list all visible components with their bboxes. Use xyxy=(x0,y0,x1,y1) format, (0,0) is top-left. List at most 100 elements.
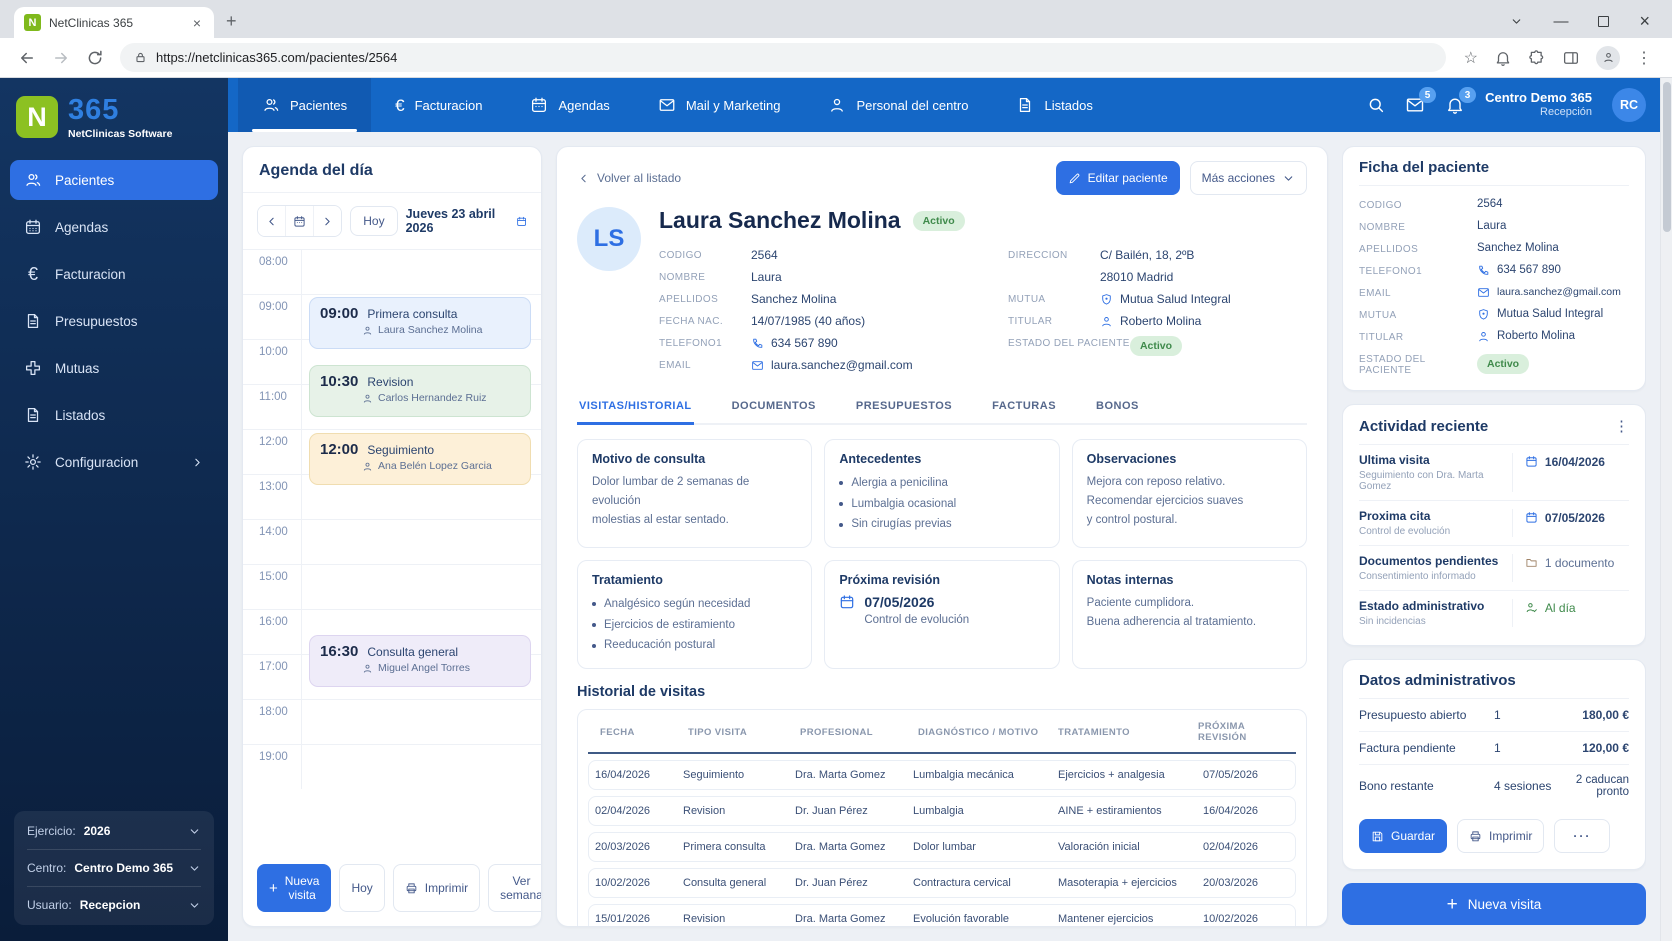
window-minimize-button[interactable]: — xyxy=(1553,14,1568,29)
tab-documentos[interactable]: DOCUMENTOS xyxy=(730,390,818,423)
topnav-pacientes[interactable]: Pacientes xyxy=(238,78,372,132)
page-scrollbar[interactable] xyxy=(1660,78,1672,941)
window-maximize-button[interactable] xyxy=(1598,15,1610,27)
appointment-card[interactable]: 10:30 Revision Carlos Hernandez Ruiz xyxy=(309,365,531,417)
agenda-print-button[interactable]: Imprimir xyxy=(392,864,481,912)
table-row[interactable]: 15/01/2026 Revision Dra. Marta Gomez Evoluc… xyxy=(588,904,1296,926)
patient-nombre: Laura xyxy=(751,270,782,284)
agenda-new-visit-button[interactable]: + Nueva visita xyxy=(257,864,332,912)
sidebar-item-presupuestos[interactable]: Presupuestos xyxy=(10,301,218,341)
activity-row: Ultima visita Seguimiento con Dra. Marta … xyxy=(1359,445,1629,501)
address-bar[interactable]: https://netclinicas365.com/pacientes/256… xyxy=(120,43,1446,72)
table-row[interactable]: 20/03/2026 Primera consulta Dra. Marta Gom… xyxy=(588,832,1296,863)
topnav-facturacion[interactable]: € Facturacion xyxy=(371,78,506,132)
browser-menu-icon[interactable]: ⋮ xyxy=(1636,48,1652,68)
table-row[interactable]: 10/02/2026 Consulta general Dr. Juan Pérez… xyxy=(588,868,1296,899)
browser-tab[interactable]: N NetClinicas 365 × xyxy=(14,7,214,38)
sidebar-item-configuracion[interactable]: Configuracion xyxy=(10,442,218,482)
tab-visitas-historial[interactable]: VISITAS/HISTORIAL xyxy=(577,390,694,425)
tab-presupuestos[interactable]: PRESUPUESTOS xyxy=(854,390,954,423)
centro-select[interactable]: Centro: Centro Demo 365 xyxy=(27,850,201,887)
sidebar-item-facturacion[interactable]: € Facturacion xyxy=(10,254,218,294)
new-tab-button[interactable]: + xyxy=(226,11,237,32)
history-table: FECHA TIPO VISITA PROFESIONAL DIAGNÓSTIC… xyxy=(577,709,1307,926)
agenda-today-button[interactable]: Hoy xyxy=(350,206,398,236)
topnav-personal[interactable]: Personal del centro xyxy=(804,78,992,132)
kebab-menu-icon[interactable]: ⋮ xyxy=(1614,417,1629,435)
notifications-icon[interactable] xyxy=(1494,49,1512,67)
ficha-title: Ficha del paciente xyxy=(1359,159,1629,186)
sidebar-item-agendas[interactable]: Agendas xyxy=(10,207,218,247)
sidebar-context-switcher: Ejercicio: 2026 Centro: Centro Demo 365 … xyxy=(14,811,214,925)
browser-profile-icon[interactable] xyxy=(1596,45,1620,70)
list-item: Lumbalgia ocasional xyxy=(839,494,1044,515)
scrollbar-thumb[interactable] xyxy=(1662,82,1671,232)
window-menu-chevron-icon[interactable] xyxy=(1510,15,1523,28)
patient-direccion-2: 28010 Madrid xyxy=(1099,270,1174,284)
ficha-telefono: 634 567 890 xyxy=(1477,264,1561,277)
person-icon xyxy=(1479,331,1488,341)
back-to-list-link[interactable]: Volver al listado xyxy=(577,171,681,185)
agenda-calendar-picker-button[interactable] xyxy=(285,206,314,236)
patient-telefono: 634 567 890 xyxy=(751,336,838,350)
appointment-card[interactable]: 12:00 Seguimiento Ana Belén Lopez Garcia xyxy=(309,433,531,485)
usuario-select[interactable]: Usuario: Recepcion xyxy=(27,887,201,923)
mail-icon[interactable]: 5 xyxy=(1405,87,1437,115)
logo-365: 365 xyxy=(68,94,120,126)
side-panel-icon[interactable] xyxy=(1562,49,1580,67)
ejercicio-select[interactable]: Ejercicio: 2026 xyxy=(27,813,201,850)
patient-detail-panel: Volver al listado Editar paciente Más ac… xyxy=(556,146,1328,927)
agenda-panel: Agenda del día Hoy Jueves 23 abril 2026 … xyxy=(242,146,542,927)
patient-direccion: C/ Bailén, 18, 2ºB xyxy=(1099,248,1195,262)
search-icon[interactable] xyxy=(1367,96,1385,114)
appointment-card[interactable]: 09:00 Primera consulta Laura Sanchez Moli… xyxy=(309,297,531,349)
window-close-button[interactable]: × xyxy=(1639,12,1650,30)
reload-button[interactable] xyxy=(80,43,110,73)
tab-bonos[interactable]: BONOS xyxy=(1094,390,1141,423)
agenda-next-day-button[interactable] xyxy=(313,206,342,236)
extensions-icon[interactable] xyxy=(1528,49,1546,67)
agenda-week-button[interactable]: Ver semana xyxy=(488,864,541,912)
back-button[interactable] xyxy=(12,43,42,73)
app-logo: N 365 NetClinicas Software xyxy=(0,78,228,160)
topnav-agendas[interactable]: Agendas xyxy=(506,78,633,132)
ficha-paciente-card: Ficha del paciente CODIGO 2564 NOMBRE Laur… xyxy=(1342,146,1646,391)
tab-facturas[interactable]: FACTURAS xyxy=(990,390,1058,423)
sidebar-item-listados[interactable]: Listados xyxy=(10,395,218,435)
sidebar-item-label: Pacientes xyxy=(55,172,115,188)
time-slot: 17:00 xyxy=(259,661,288,673)
edit-patient-button[interactable]: Editar paciente xyxy=(1055,161,1180,195)
forward-button[interactable] xyxy=(46,43,76,73)
topnav-mail-marketing[interactable]: Mail y Marketing xyxy=(634,78,805,132)
appointment-card[interactable]: 16:30 Consulta general Miguel Angel Torre… xyxy=(309,635,531,687)
bookmark-star-icon[interactable]: ☆ xyxy=(1464,48,1478,68)
save-button[interactable]: Guardar xyxy=(1359,819,1448,853)
pencil-icon xyxy=(1069,173,1079,183)
topnav-listados[interactable]: Listados xyxy=(992,78,1116,132)
patient-titular: Roberto Molina xyxy=(1100,314,1201,328)
sidebar-item-label: Presupuestos xyxy=(55,313,138,329)
agenda-hoy-button[interactable]: Hoy xyxy=(339,864,385,912)
tab-close-icon[interactable]: × xyxy=(190,15,204,31)
patient-codigo: 2564 xyxy=(751,248,778,262)
mail-badge: 5 xyxy=(1419,87,1437,103)
person-icon xyxy=(363,326,372,335)
patient-fecha-nac: 14/07/1985 (40 años) xyxy=(751,314,866,328)
history-title: Historial de visitas xyxy=(577,684,706,701)
card-motivo-consulta: Motivo de consulta Dolor lumbar de 2 sem… xyxy=(577,439,813,549)
agenda-prev-day-button[interactable] xyxy=(258,206,286,236)
calendar-icon xyxy=(1526,512,1537,523)
agenda-title: Agenda del día xyxy=(243,147,541,193)
print-button[interactable]: Imprimir xyxy=(1457,819,1545,853)
new-visit-button[interactable]: + Nueva visita xyxy=(1342,883,1646,925)
sidebar-item-label: Mutuas xyxy=(55,360,100,376)
more-options-button[interactable]: ··· xyxy=(1554,819,1611,853)
sidebar-item-mutuas[interactable]: Mutuas xyxy=(10,348,218,388)
sidebar-item-pacientes[interactable]: Pacientes xyxy=(10,160,218,200)
bell-icon[interactable]: 3 xyxy=(1445,87,1477,115)
table-row[interactable]: 16/04/2026 Seguimiento Dra. Marta Gomez Lum… xyxy=(588,760,1296,791)
agenda-date[interactable]: Jueves 23 abril 2026 xyxy=(406,207,527,235)
user-avatar[interactable]: RC xyxy=(1612,88,1646,122)
more-actions-button[interactable]: Más acciones xyxy=(1189,161,1307,195)
table-row[interactable]: 02/04/2026 Revision Dr. Juan Pérez Lumbalgi… xyxy=(588,796,1296,827)
